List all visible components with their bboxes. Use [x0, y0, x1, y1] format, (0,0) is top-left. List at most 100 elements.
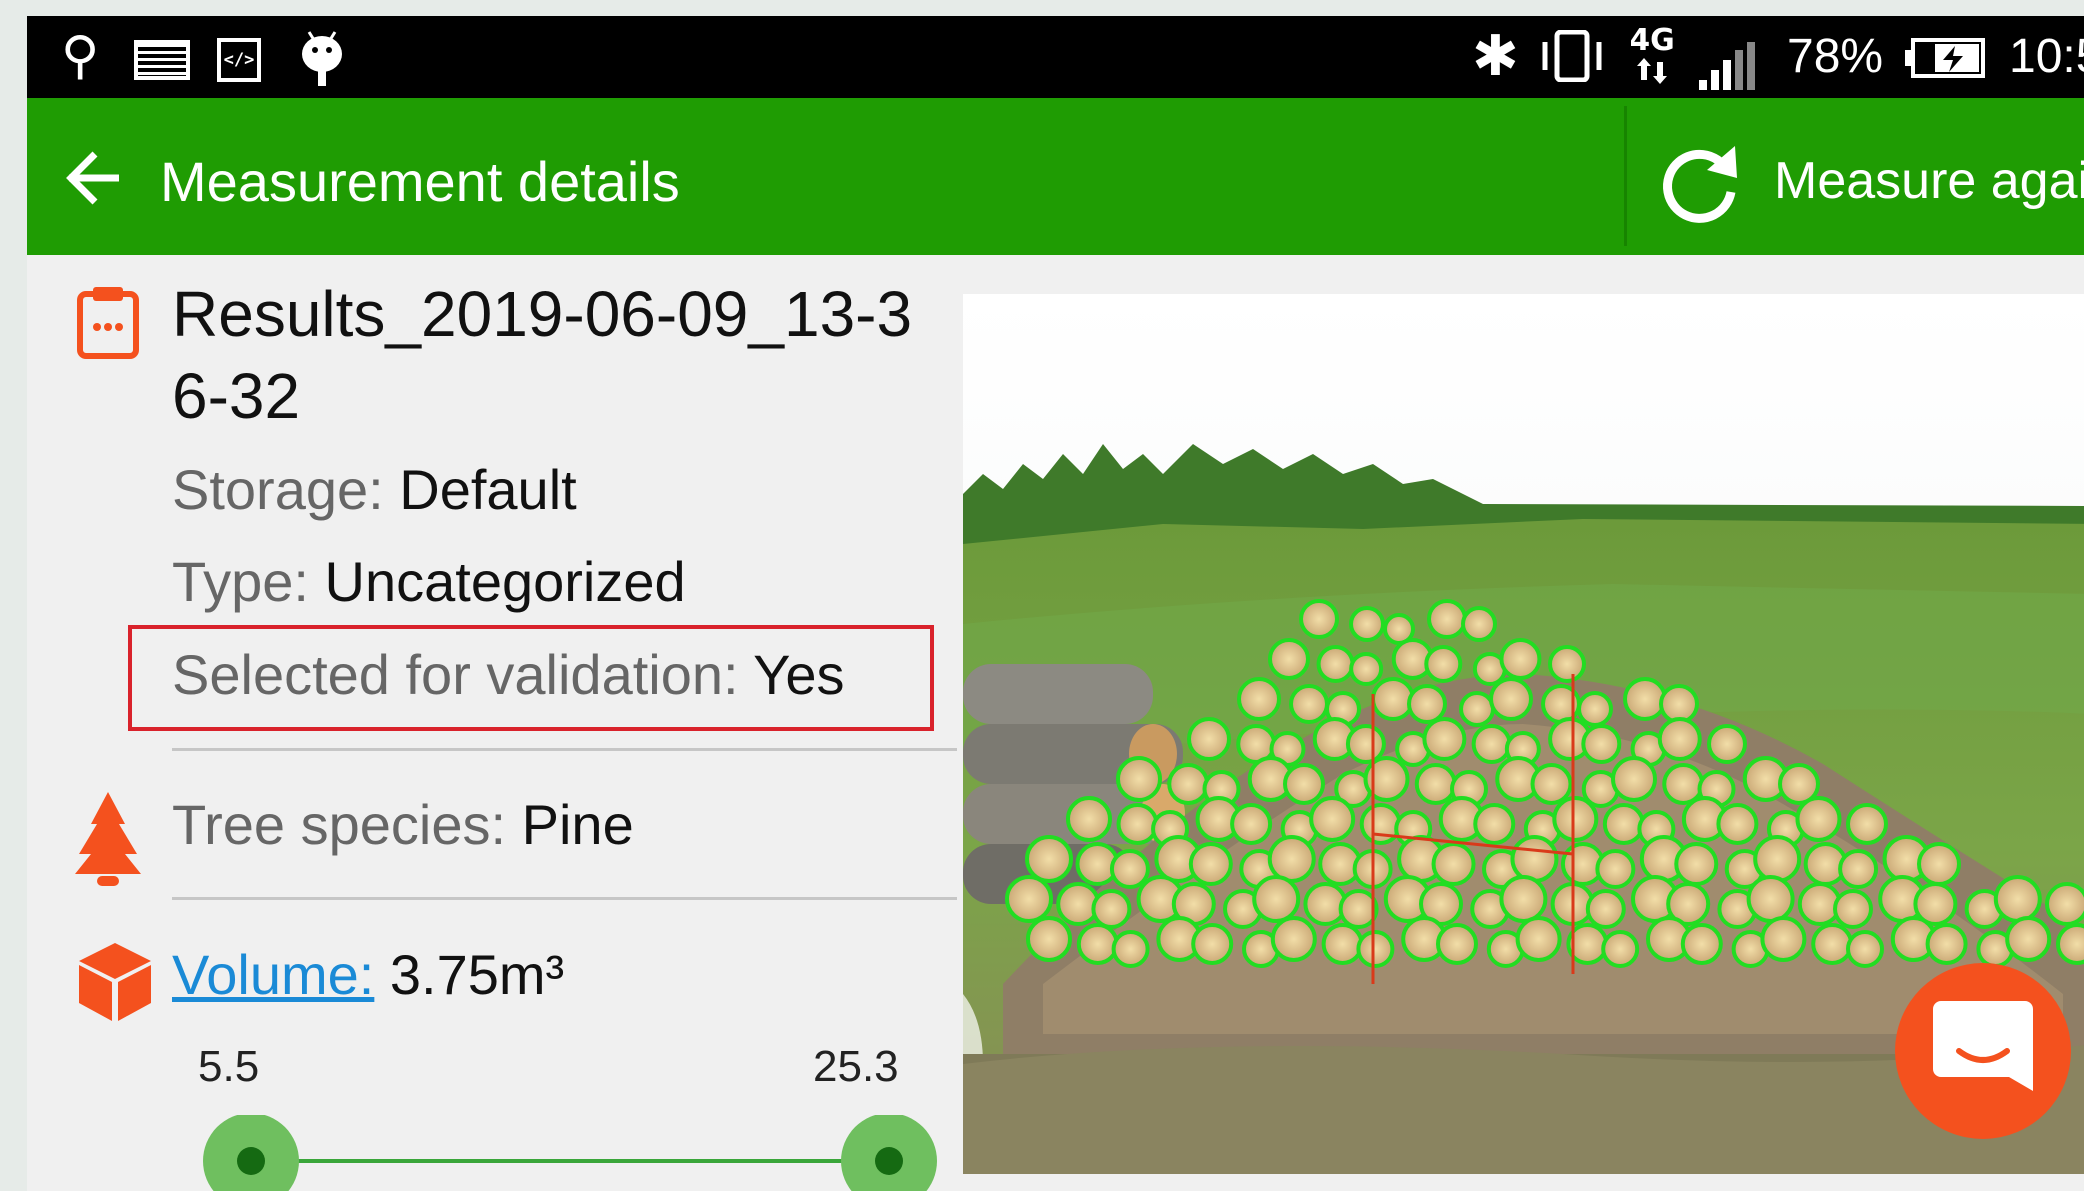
developer-icon: </> [217, 38, 261, 82]
measure-again-button[interactable]: Measure again [1647, 118, 2084, 238]
detected-log-end [2056, 923, 2084, 965]
range-min-label: 5.5 [198, 1042, 260, 1091]
detected-log-end [1316, 645, 1355, 683]
detected-log-end [1187, 717, 1231, 761]
divider [172, 748, 957, 751]
type-value: Uncategorized [324, 550, 686, 613]
storage-row: Storage: Default [172, 458, 577, 522]
detected-log-end [1076, 923, 1119, 965]
detected-log-end [1111, 930, 1150, 968]
measurement-details-panel: Results_2019-06-09_13-36-32 Storage: Def… [27, 255, 957, 1191]
signal-icon [1699, 42, 1755, 90]
detected-log-end [1746, 875, 1795, 923]
battery-charging-icon [1905, 38, 1985, 78]
detected-log-end [1659, 684, 1699, 724]
detected-log-end [1270, 916, 1317, 962]
detected-log-end [1510, 835, 1559, 883]
detected-log-end [1473, 803, 1516, 845]
detected-log-end [1230, 803, 1273, 845]
detected-log-end [1846, 803, 1888, 845]
slider-min-handle[interactable] [203, 1115, 299, 1191]
detected-log-end [1431, 842, 1476, 886]
type-row: Type: Uncategorized [172, 550, 686, 614]
slider-max-handle[interactable] [841, 1115, 937, 1191]
detected-log-end [1707, 724, 1747, 764]
detected-log-end [1795, 796, 1842, 842]
species-label: Tree species: [172, 793, 507, 856]
detected-log-end [1760, 916, 1807, 962]
validation-label: Selected for validation: [172, 643, 739, 706]
detected-log-end [1252, 875, 1301, 923]
type-label: Type: [172, 550, 309, 613]
detected-log-end [1623, 677, 1667, 721]
network-type-icon: 4G [1631, 23, 1673, 84]
detected-log-end [2005, 916, 2052, 962]
detected-log-end [1091, 889, 1132, 929]
usb-icon: ⚲ [61, 27, 100, 85]
detected-log-end [1349, 606, 1385, 642]
detected-log-end [1427, 599, 1467, 639]
phone-screen: ⚲ </> ✱ 4G 78% 10: Measurement details M… [27, 16, 2084, 1191]
detected-log-end [1753, 835, 1802, 883]
detected-log-end [1674, 842, 1719, 886]
chat-button[interactable] [1893, 961, 2073, 1141]
storage-value: Default [399, 458, 577, 521]
detected-log-end [1116, 756, 1162, 802]
detected-log-end [1716, 803, 1759, 845]
detected-log-end [1424, 645, 1463, 683]
svg-text:4G: 4G [1631, 23, 1673, 58]
status-bar: ⚲ </> ✱ 4G 78% 10: [27, 16, 2084, 98]
detected-log-end [1581, 724, 1622, 764]
detected-log-end [1191, 923, 1234, 965]
tree-icon [75, 792, 141, 886]
detected-log-end [1680, 923, 1723, 965]
divider [172, 897, 957, 900]
detected-log-end [1349, 652, 1384, 686]
diameter-range-slider[interactable] [177, 1115, 937, 1191]
detected-log-end [1515, 916, 1562, 962]
volume-value: 3.75m³ [389, 943, 565, 1006]
detected-log-end [2045, 882, 2084, 926]
detected-log-end [1530, 763, 1573, 805]
detected-log-end [1577, 691, 1613, 727]
divider [1624, 106, 1627, 246]
detected-log-end [1499, 638, 1542, 680]
detected-log-end [1601, 930, 1640, 968]
species-value: Pine [521, 793, 634, 856]
detected-log-end [1026, 916, 1072, 962]
detected-log-end [1662, 763, 1705, 805]
detected-log-end [1657, 717, 1702, 761]
volume-link[interactable]: Volume: [172, 943, 374, 1006]
detected-log-end [1459, 691, 1495, 727]
detected-log-end [1299, 599, 1339, 639]
detected-log-end [1422, 717, 1467, 761]
volume-row: Volume: 3.75m³ [172, 943, 564, 1007]
back-button[interactable] [57, 138, 127, 218]
app-bar: Measurement details Measure again [27, 98, 2084, 255]
detected-log-end [1548, 645, 1586, 683]
detected-log-end [1237, 677, 1281, 721]
detected-log-end [1585, 889, 1626, 929]
result-name: Results_2019-06-09_13-36-32 [172, 278, 913, 432]
detected-log-end [1811, 923, 1854, 965]
detected-log-end [1109, 849, 1150, 889]
detected-log-end [1267, 835, 1316, 883]
detected-log-end [1925, 923, 1968, 965]
detected-log-end [1602, 803, 1645, 845]
detected-log-end [1595, 849, 1636, 889]
detected-log-end [1188, 842, 1233, 886]
detected-log-end [1371, 677, 1415, 721]
validation-row: Selected for validation: Yes [172, 643, 844, 707]
detected-log-end [1025, 835, 1073, 883]
bluetooth-icon: ✱ [1472, 24, 1519, 87]
android-icon [302, 31, 342, 86]
page-title: Measurement details [160, 150, 680, 213]
clipboard-icon [77, 287, 139, 359]
detected-log-end [1005, 875, 1053, 923]
refresh-icon [1663, 146, 1737, 223]
battery-percent: 78% [1787, 30, 1884, 83]
detected-log-end [1345, 724, 1386, 764]
detected-log-end [1838, 849, 1879, 889]
detected-log-end [1356, 930, 1395, 968]
detected-log-end [1321, 923, 1364, 965]
